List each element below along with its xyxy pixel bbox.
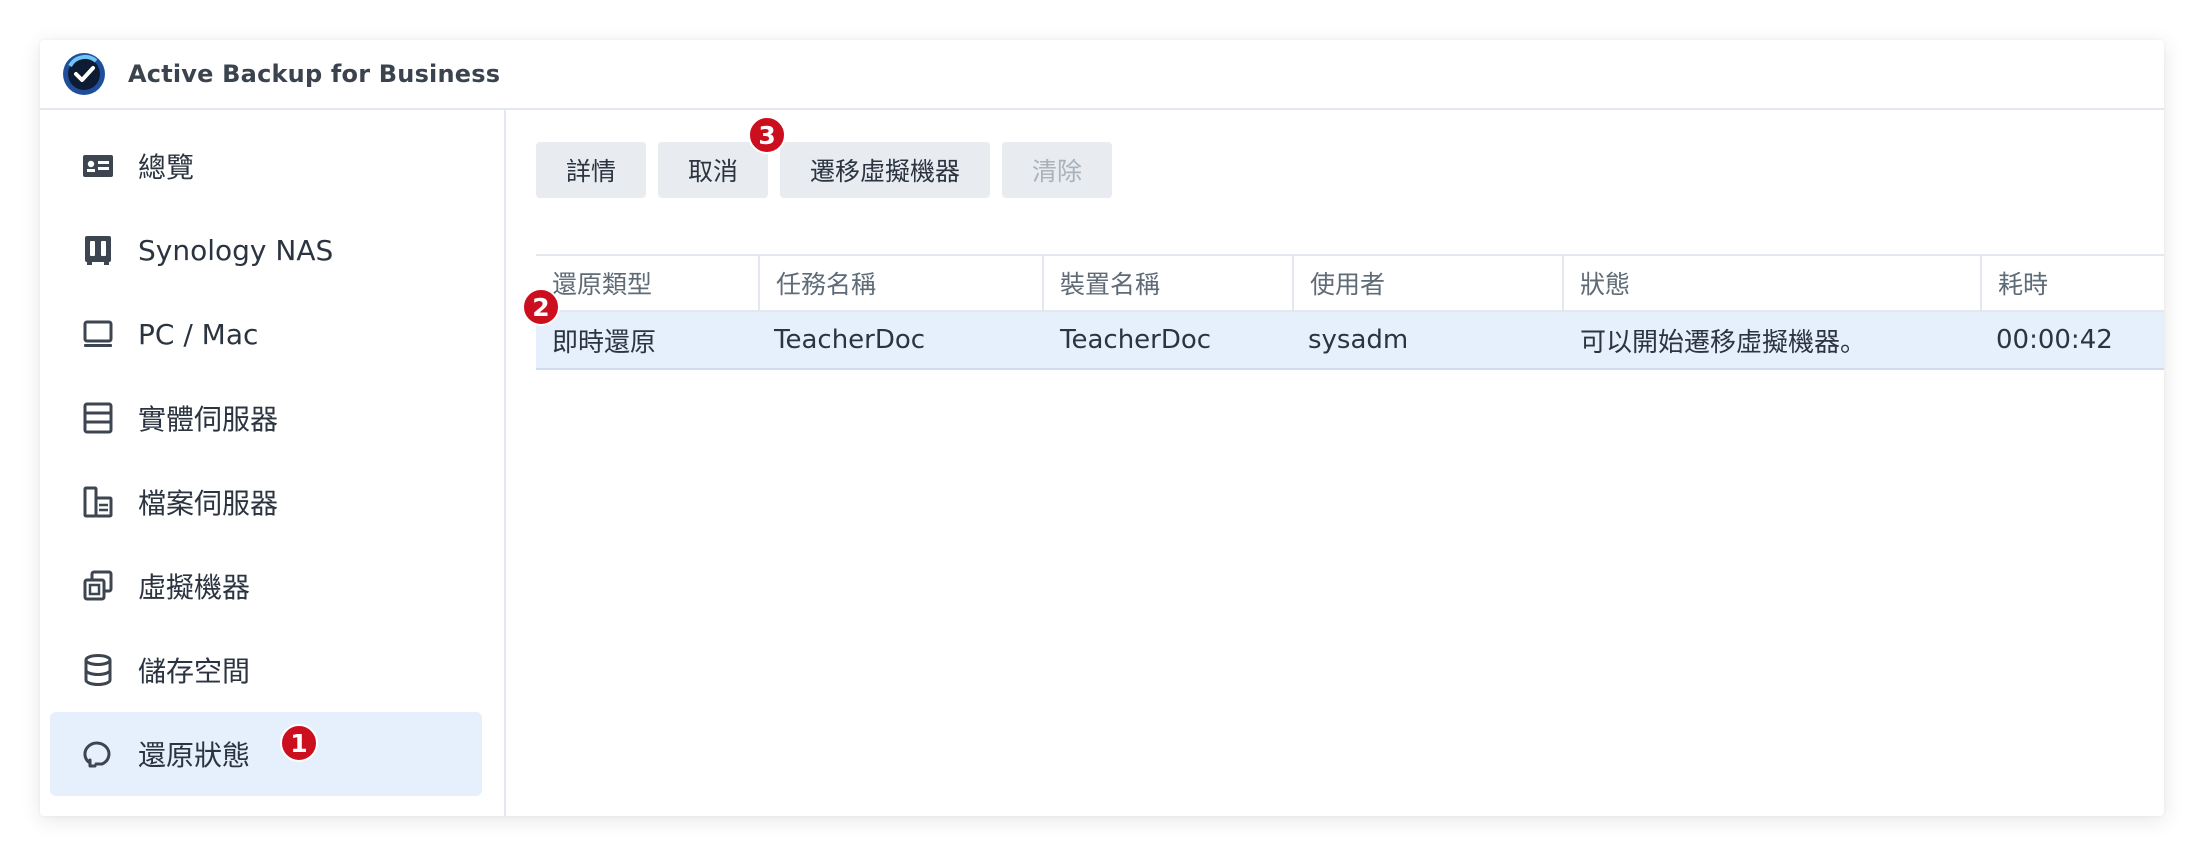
sidebar-item-synology-nas[interactable]: Synology NAS: [50, 208, 482, 292]
clear-button: 清除: [1002, 142, 1113, 198]
sidebar-item-overview[interactable]: 總覽: [50, 124, 482, 208]
sidebar-item-file-server[interactable]: 檔案伺服器: [50, 460, 482, 544]
column-header-duration[interactable]: 耗時: [1982, 256, 2162, 310]
sidebar-item-label: 實體伺服器: [138, 403, 279, 436]
details-button[interactable]: 詳情: [536, 142, 647, 198]
virtual-machine-icon: [78, 566, 118, 606]
sidebar-item-label: 儲存空間: [138, 655, 251, 688]
sidebar: 總覽 Synology NAS PC / Mac 實體伺服器 檔案伺服器 虛擬機…: [40, 110, 506, 816]
cell-status: 可以開始遷移虛擬機器。: [1580, 327, 1867, 358]
column-header-restore-type[interactable]: 還原類型: [536, 256, 760, 310]
cancel-button[interactable]: 取消: [658, 142, 769, 198]
sidebar-item-label: Synology NAS: [138, 233, 334, 267]
sidebar-item-virtual-machine[interactable]: 虛擬機器: [50, 544, 482, 628]
cell-duration: 00:00:42: [1996, 325, 2113, 355]
sidebar-item-label: 虛擬機器: [138, 571, 251, 604]
monitor-icon: [78, 314, 118, 354]
migrate-vm-button[interactable]: 遷移虛擬機器: [780, 142, 991, 198]
cell-task-name: TeacherDoc: [774, 325, 926, 355]
sidebar-item-restore-status[interactable]: 還原狀態: [50, 712, 482, 796]
main-panel: 詳情 取消 3 遷移虛擬機器 清除 還原類型 任務名稱 裝置名稱 使用者 狀態 …: [506, 110, 2164, 816]
file-server-icon: [78, 482, 118, 522]
cell-device-name: TeacherDoc: [1060, 325, 1212, 355]
server-icon: [78, 398, 118, 438]
title-bar: Active Backup for Business: [40, 40, 2164, 110]
table-header: 還原類型 任務名稱 裝置名稱 使用者 狀態 耗時: [536, 254, 2164, 312]
table-row[interactable]: 即時還原 TeacherDoc TeacherDoc sysadm 可以開始遷移…: [536, 312, 2164, 370]
active-backup-logo-icon: [63, 53, 105, 95]
restore-table: 還原類型 任務名稱 裝置名稱 使用者 狀態 耗時 即時還原 TeacherDoc…: [536, 254, 2164, 370]
column-header-device-name[interactable]: 裝置名稱: [1044, 256, 1294, 310]
toolbar: 詳情 取消 3 遷移虛擬機器 清除: [536, 116, 1113, 198]
sidebar-item-label: 總覽: [138, 151, 195, 184]
cell-restore-type: 即時還原: [552, 327, 657, 358]
overview-icon: [78, 146, 118, 186]
sidebar-item-label: 檔案伺服器: [138, 487, 279, 520]
annotation-badge-2: 2: [522, 288, 560, 326]
column-header-user[interactable]: 使用者: [1294, 256, 1564, 310]
column-header-task-name[interactable]: 任務名稱: [760, 256, 1044, 310]
sidebar-item-label: PC / Mac: [138, 317, 259, 351]
sidebar-item-pc-mac[interactable]: PC / Mac: [50, 292, 482, 376]
storage-icon: [78, 650, 118, 690]
sidebar-item-label: 還原狀態: [138, 739, 251, 772]
nas-icon: [78, 230, 118, 270]
annotation-badge-3: 3: [748, 116, 787, 154]
app-window: Active Backup for Business 總覽 Synology N…: [40, 40, 2164, 816]
column-header-status[interactable]: 狀態: [1564, 256, 1982, 310]
cell-user: sysadm: [1308, 325, 1409, 355]
sidebar-item-physical-server[interactable]: 實體伺服器: [50, 376, 482, 460]
annotation-badge-1: 1: [280, 724, 318, 762]
app-title: Active Backup for Business: [128, 60, 501, 88]
restore-status-icon: [78, 734, 118, 774]
sidebar-item-storage[interactable]: 儲存空間: [50, 628, 482, 712]
